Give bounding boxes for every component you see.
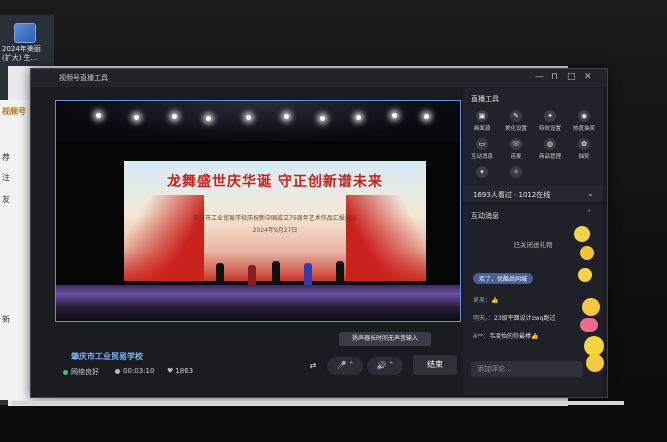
minimize-icon[interactable]: — bbox=[535, 72, 544, 82]
network-ok-icon bbox=[63, 369, 68, 375]
clock-icon bbox=[115, 368, 120, 374]
desktop-icon-label: 2024年美丽 bbox=[2, 45, 41, 53]
speaker-button[interactable]: 🔊 ˄ bbox=[367, 357, 403, 375]
maximize-icon[interactable]: □ bbox=[567, 72, 576, 82]
co-host-icon: ☏ bbox=[510, 138, 522, 150]
tool-draw[interactable]: ✿ 抽奖 bbox=[567, 138, 601, 160]
stream-duration: 00:03:10 bbox=[115, 367, 154, 375]
message-item: A**：韦凌怡的你最棒👍 bbox=[473, 333, 539, 340]
video-preview[interactable]: 龙舞盛世庆华诞 守正创新谱未来 肇庆市工业贸易学校庆祝新中国成立75周年艺术作品… bbox=[55, 100, 461, 322]
sidebar-item-video[interactable]: 视频号 bbox=[2, 106, 26, 117]
banner-subtitle: 肇庆市工业贸易学校庆祝新中国成立75周年艺术作品汇报演出 bbox=[193, 215, 357, 222]
message-highlight: 欢了，优酷尚同城 bbox=[473, 273, 534, 284]
stage-floor bbox=[56, 285, 460, 321]
camera-switch-icon[interactable]: ⇄ bbox=[303, 357, 323, 375]
sidebar-item[interactable]: 荐 bbox=[2, 152, 10, 163]
reaction-emoji-icon bbox=[582, 298, 600, 316]
reaction-emoji-icon bbox=[578, 268, 592, 282]
effects-icon: ✦ bbox=[544, 110, 556, 122]
network-status: 网络良好 bbox=[63, 367, 99, 377]
chevron-up-icon[interactable]: ˄ bbox=[587, 209, 591, 218]
microphone-button[interactable]: 🎤 ˄ bbox=[327, 357, 363, 375]
reaction-emoji-icon bbox=[586, 354, 604, 372]
viewer-count: 1693人看过 · 1012在线 bbox=[473, 191, 551, 199]
like-count: ♥ 1863 bbox=[167, 367, 193, 375]
reaction-emoji-icon bbox=[574, 226, 590, 242]
comment-input[interactable]: 添加评论... bbox=[471, 361, 583, 377]
message-item: 明天。：23级平面设计zwq跑过 bbox=[473, 315, 556, 322]
tool-goods[interactable]: ◍ 商品管理 bbox=[533, 138, 567, 160]
sparkle-icon: ✧ bbox=[510, 166, 522, 178]
file-icon[interactable] bbox=[14, 23, 36, 43]
end-stream-button[interactable]: 结束 bbox=[413, 355, 457, 375]
message-item: 吴吴：👍 bbox=[473, 297, 499, 304]
tool-more[interactable]: ▾ bbox=[465, 166, 499, 178]
red-drape-right bbox=[346, 195, 426, 281]
heart-reaction-icon bbox=[580, 318, 598, 332]
tool-screen-source[interactable]: ▣ 画面源 bbox=[465, 110, 499, 132]
red-drape-left bbox=[124, 195, 204, 281]
sidebar-item[interactable]: 注 bbox=[2, 172, 10, 183]
tools-panel: 直播工具 ▣ 画面源 ✎ 美化设置 ✦ 特效设置 ◉ 热度抽奖 ▭ 互动消息 ☏ 连麦 ◍ 商… bbox=[463, 88, 603, 188]
more-icon: ▾ bbox=[476, 166, 488, 178]
streamer-name: 肇庆市工业贸易学校 bbox=[71, 352, 143, 361]
lottery-icon: ◉ bbox=[578, 110, 590, 122]
pin-icon[interactable]: ⊓ bbox=[551, 72, 558, 82]
tool-more[interactable]: ✧ bbox=[499, 166, 533, 178]
messages-title: 互动消息 bbox=[471, 212, 499, 220]
tools-panel-title: 直播工具 bbox=[471, 95, 499, 103]
reaction-emoji-icon bbox=[584, 336, 604, 356]
stage-lights bbox=[56, 101, 460, 141]
title-bar[interactable]: 视频号直播工具 — ⊓ □ ✕ bbox=[31, 69, 607, 87]
like-count-text: 1863 bbox=[175, 367, 194, 375]
message-icon: ▭ bbox=[476, 138, 488, 150]
tool-lottery[interactable]: ◉ 热度抽奖 bbox=[567, 110, 601, 132]
screen-source-icon: ▣ bbox=[476, 110, 488, 122]
banner-date: 2024年9月27日 bbox=[252, 227, 298, 234]
window-title: 视频号直播工具 bbox=[59, 74, 108, 82]
draw-icon: ✿ bbox=[578, 138, 590, 150]
banner-title: 龙舞盛世庆华诞 守正创新谱未来 bbox=[167, 174, 383, 190]
tool-co-host[interactable]: ☏ 连麦 bbox=[499, 138, 533, 160]
live-stream-tool-window: 视频号直播工具 — ⊓ □ ✕ 龙舞盛世庆华诞 守正创新谱未来 肇庆市工业贸易学… bbox=[30, 68, 608, 398]
sidebar-item[interactable]: 新 bbox=[2, 314, 10, 325]
goods-icon: ◍ bbox=[544, 138, 556, 150]
desktop-icon-sublabel: (扩大) 生... bbox=[2, 54, 38, 62]
sidebar-item[interactable]: 友 bbox=[2, 194, 10, 205]
tool-beauty[interactable]: ✎ 美化设置 bbox=[499, 110, 533, 132]
speaker-tooltip: 扬声器长时间无声音输入 bbox=[339, 332, 431, 346]
like-icon: ♥ bbox=[167, 367, 174, 375]
beauty-icon: ✎ bbox=[510, 110, 522, 122]
network-status-text: 网络良好 bbox=[71, 368, 99, 376]
viewer-count-bar[interactable]: 1693人看过 · 1012在线 ⌄ bbox=[463, 186, 603, 202]
close-icon[interactable]: ✕ bbox=[584, 72, 592, 82]
reaction-emoji-icon bbox=[580, 246, 594, 260]
chevron-down-icon[interactable]: ⌄ bbox=[587, 189, 594, 198]
tool-messages[interactable]: ▭ 互动消息 bbox=[465, 138, 499, 160]
tool-effects[interactable]: ✦ 特效设置 bbox=[533, 110, 567, 132]
duration-text: 00:03:10 bbox=[123, 367, 155, 375]
monitor-bottom-edge bbox=[12, 401, 624, 405]
